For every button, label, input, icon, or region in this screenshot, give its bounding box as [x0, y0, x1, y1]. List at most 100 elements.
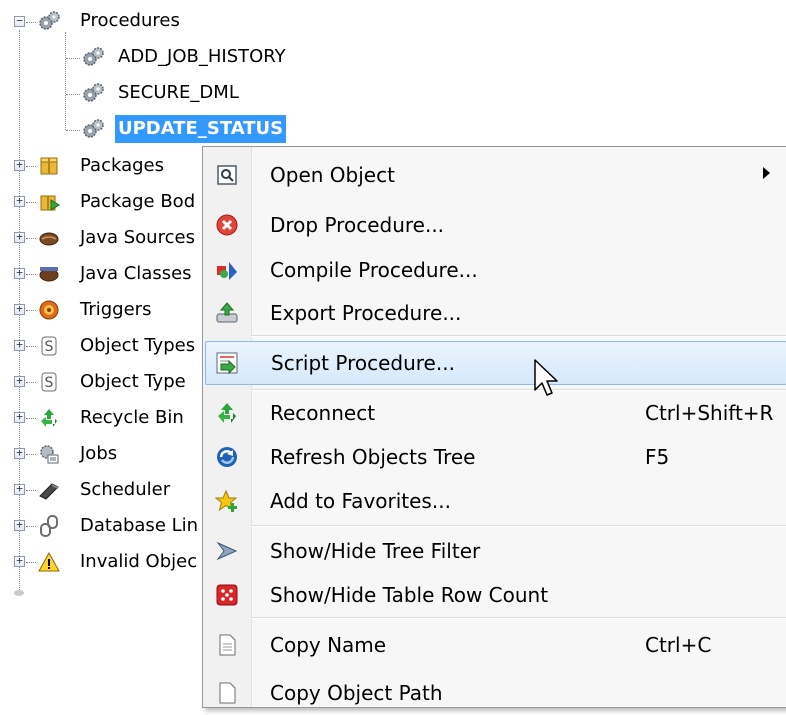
gears-icon	[39, 11, 60, 30]
expand-button[interactable]: +	[14, 519, 25, 531]
scheduler-icon	[39, 483, 59, 500]
tree-line	[26, 526, 36, 527]
menu-item-label: Show/Hide Table Row Count	[270, 583, 549, 607]
tree-line	[26, 418, 36, 419]
menu-item-label: Add to Favorites...	[270, 489, 451, 513]
database-link-icon	[40, 515, 58, 537]
menu-item-script-procedure[interactable]: Script Procedure...	[205, 341, 786, 385]
tree-node-procedure[interactable]: ADD_JOB_HISTORY	[118, 46, 286, 67]
row-count-icon	[216, 584, 238, 606]
menu-item-drop-procedure[interactable]: Drop Procedure...	[205, 203, 786, 247]
procedure-icon	[83, 47, 104, 66]
menu-item-shortcut: Ctrl+C	[645, 633, 712, 657]
mouse-cursor-icon	[534, 359, 558, 396]
menu-item-label: Export Procedure...	[270, 301, 462, 325]
menu-item-export-procedure[interactable]: Export Procedure...	[205, 291, 786, 335]
tree-line	[26, 346, 36, 347]
script-icon	[216, 352, 238, 375]
menu-item-show-hide-table-row-count[interactable]: Show/Hide Table Row Count	[205, 573, 786, 617]
tree-node-invalid-objects[interactable]: Invalid Objec	[80, 551, 197, 572]
drop-icon	[216, 214, 238, 236]
menu-item-copy-name[interactable]: Copy Name Ctrl+C	[205, 623, 786, 667]
tree-node-package-bodies[interactable]: Package Bod	[80, 191, 195, 212]
svg-text:S: S	[45, 375, 54, 391]
tree-node-triggers[interactable]: Triggers	[80, 299, 151, 320]
menu-item-show-hide-tree-filter[interactable]: Show/Hide Tree Filter	[205, 529, 786, 573]
partial-node-icon	[14, 590, 24, 596]
compile-icon	[217, 262, 237, 280]
menu-item-label: Show/Hide Tree Filter	[270, 539, 481, 563]
menu-item-copy-object-path[interactable]: Copy Object Path	[205, 671, 786, 715]
refresh-icon	[217, 447, 237, 467]
tree-line	[66, 130, 80, 131]
menu-item-label: Copy Object Path	[270, 681, 443, 705]
tree-node-jobs[interactable]: Jobs	[80, 443, 117, 464]
tree-node-procedure-selected[interactable]: UPDATE_STATUS	[115, 115, 287, 143]
menu-item-label: Reconnect	[270, 401, 376, 425]
reconnect-icon	[218, 403, 236, 423]
tree-node-java-classes[interactable]: Java Classes	[80, 263, 192, 284]
menu-item-label: Refresh Objects Tree	[270, 445, 476, 469]
object-type-icon: S	[41, 336, 57, 356]
object-type-body-icon: S	[41, 372, 57, 392]
tree-node-object-type-bodies[interactable]: Object Type	[80, 371, 186, 392]
menu-separator	[251, 335, 786, 337]
recycle-bin-icon	[41, 409, 57, 427]
submenu-arrow-icon	[763, 167, 770, 179]
expand-button[interactable]: +	[14, 555, 25, 567]
expand-button[interactable]: +	[14, 231, 25, 243]
tree-node-object-types[interactable]: Object Types	[80, 335, 195, 356]
expand-button[interactable]: +	[14, 267, 25, 279]
tree-node-procedure[interactable]: SECURE_DML	[118, 82, 239, 103]
tree-line	[26, 562, 36, 563]
open-object-icon	[217, 165, 237, 185]
tree-line	[66, 94, 80, 95]
tree-line	[26, 22, 36, 23]
tree-node-scheduler[interactable]: Scheduler	[80, 479, 170, 500]
tree-line	[26, 310, 36, 311]
tree-node-packages[interactable]: Packages	[80, 155, 164, 176]
package-body-icon	[40, 195, 60, 211]
export-icon	[216, 302, 238, 323]
menu-separator	[251, 525, 786, 527]
collapse-button[interactable]: −	[14, 15, 25, 27]
tree-line	[26, 166, 36, 167]
expand-button[interactable]: +	[14, 303, 25, 315]
tree-line	[66, 58, 80, 59]
warning-icon	[38, 551, 60, 572]
expand-button[interactable]: +	[14, 159, 25, 171]
menu-item-shortcut: F5	[645, 445, 670, 469]
expand-button[interactable]: +	[14, 339, 25, 351]
menu-item-add-to-favorites[interactable]: Add to Favorites...	[205, 479, 786, 523]
expand-button[interactable]: +	[14, 483, 25, 495]
tree-line	[26, 238, 36, 239]
favorites-icon	[215, 489, 238, 512]
java-class-icon	[39, 267, 59, 282]
tree-line	[26, 490, 36, 491]
expand-button[interactable]: +	[14, 447, 25, 459]
tree-node-procedures[interactable]: Procedures	[80, 10, 180, 31]
tree-node-java-sources[interactable]: Java Sources	[80, 227, 195, 248]
java-source-icon	[39, 232, 59, 246]
menu-item-compile-procedure[interactable]: Compile Procedure...	[205, 248, 786, 292]
tree-node-recycle-bin[interactable]: Recycle Bin	[80, 407, 184, 428]
tree-line	[26, 202, 36, 203]
copy-name-icon	[219, 634, 236, 656]
menu-item-label: Compile Procedure...	[270, 258, 478, 282]
menu-item-open-object[interactable]: Open Object	[205, 153, 786, 197]
menu-item-label: Open Object	[270, 163, 395, 187]
expand-button[interactable]: +	[14, 375, 25, 387]
menu-item-refresh-objects-tree[interactable]: Refresh Objects Tree F5	[205, 435, 786, 479]
procedure-icon	[83, 119, 104, 138]
expand-button[interactable]: +	[14, 195, 25, 207]
procedure-icon	[83, 83, 104, 102]
tree-line	[26, 454, 36, 455]
menu-item-reconnect[interactable]: Reconnect Ctrl+Shift+R	[205, 391, 786, 435]
menu-item-shortcut: Ctrl+Shift+R	[645, 401, 774, 425]
tree-node-database-links[interactable]: Database Lin	[80, 515, 198, 536]
menu-separator	[251, 617, 786, 619]
menu-item-label: Drop Procedure...	[270, 213, 445, 237]
context-menu: Open Object Drop Procedure... Compile Pr…	[202, 146, 786, 708]
tree-line	[65, 32, 66, 130]
expand-button[interactable]: +	[14, 411, 25, 423]
